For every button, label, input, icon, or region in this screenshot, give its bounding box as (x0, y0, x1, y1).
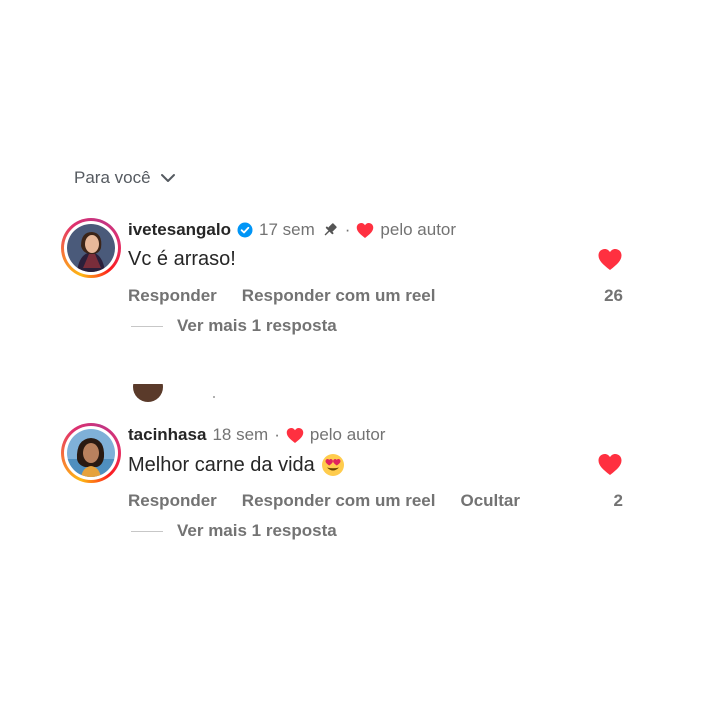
like-count: 2 (613, 491, 623, 510)
avatar[interactable] (61, 423, 121, 483)
sort-label: Para você (74, 168, 151, 187)
view-more-replies[interactable]: Ver mais 1 resposta (131, 316, 337, 336)
chevron-down-icon (159, 169, 177, 187)
heart-icon (286, 427, 304, 444)
avatar-image (67, 224, 115, 272)
liked-by-author: pelo autor (380, 220, 457, 239)
liked-by-author: pelo autor (309, 425, 386, 444)
like-count: 26 (604, 286, 623, 305)
sort-dropdown[interactable]: Para você (74, 168, 177, 188)
username[interactable]: ivetesangalo (128, 220, 231, 240)
divider (131, 325, 163, 327)
separator: · (274, 425, 280, 444)
verified-badge-icon (237, 222, 253, 238)
pin-icon (321, 221, 339, 239)
hide-button[interactable]: Ocultar (460, 491, 520, 511)
view-more-replies-label: Ver mais 1 resposta (177, 316, 337, 335)
heart-icon (598, 249, 622, 270)
like-button[interactable] (597, 453, 623, 476)
avatar-image (67, 429, 115, 477)
comment-text: Melhor carne da vida (128, 453, 315, 476)
view-more-replies-label: Ver mais 1 resposta (177, 521, 337, 540)
comment-text: Vc é arraso! (128, 248, 236, 270)
heart-icon (356, 222, 374, 239)
reply-with-reel-button[interactable]: Responder com um reel (242, 286, 436, 306)
reply-button[interactable]: Responder (128, 491, 217, 511)
heart-icon (598, 454, 622, 475)
comment-time: 18 sem (212, 425, 269, 444)
reply-button[interactable]: Responder (128, 286, 217, 306)
separator: · (344, 220, 351, 239)
partial-text (213, 396, 215, 398)
comment-time: 17 sem (259, 220, 315, 239)
reply-with-reel-button[interactable]: Responder com um reel (242, 491, 436, 511)
heart-eyes-emoji-icon (321, 453, 345, 477)
like-button[interactable] (597, 248, 623, 271)
view-more-replies[interactable]: Ver mais 1 resposta (131, 521, 337, 541)
divider (131, 530, 163, 532)
username[interactable]: tacinhasa (128, 425, 206, 445)
avatar[interactable] (61, 218, 121, 278)
partial-avatar (133, 384, 163, 402)
